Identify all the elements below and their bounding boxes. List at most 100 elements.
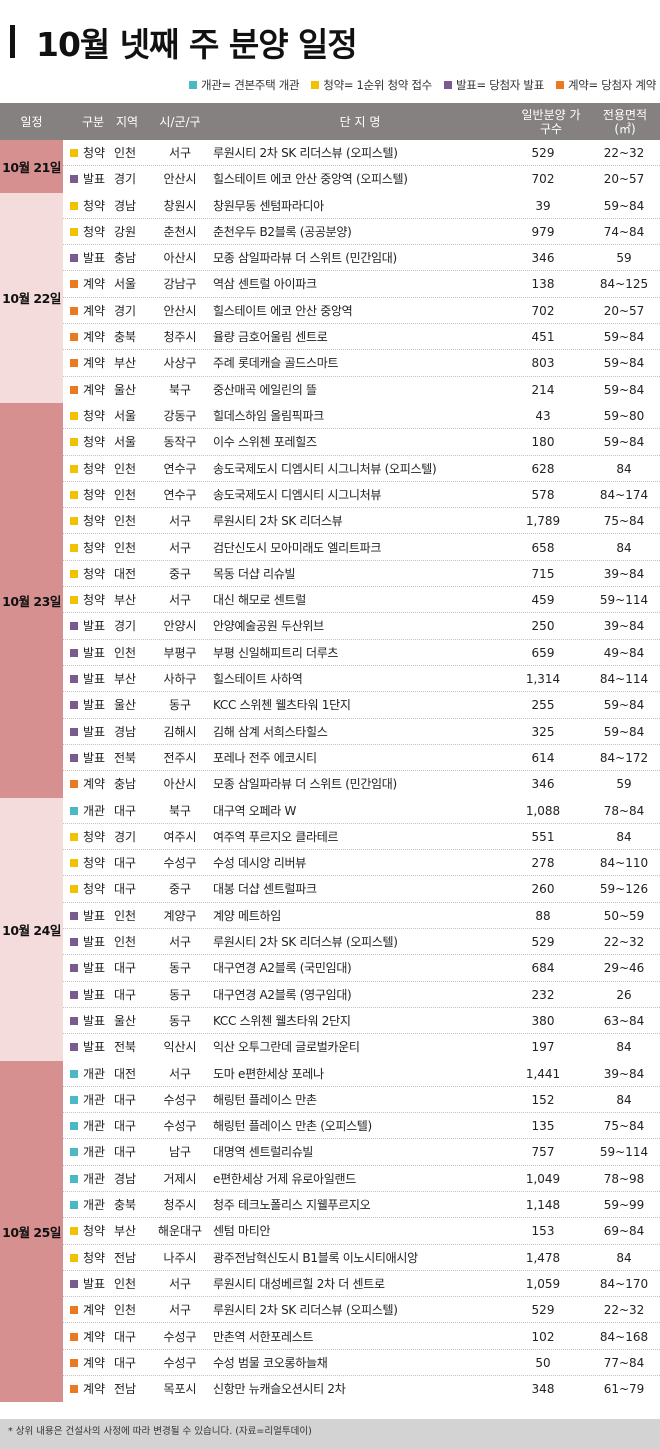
type-marker: [70, 149, 78, 157]
units-cell: 551: [531, 829, 555, 844]
legend-item: 계약= 당첨자 계약: [555, 77, 656, 93]
region-cell: 부산: [114, 1224, 137, 1239]
type-cell: 발표: [83, 251, 106, 266]
complex-name-cell: 중산매곡 에일린의 뜰: [213, 382, 317, 397]
city-cell: 전주시: [163, 750, 197, 765]
complex-name-cell: KCC 스위첸 웰츠타워 2단지: [213, 1013, 351, 1028]
type-marker: [70, 727, 78, 736]
type-cell: 개관: [83, 803, 106, 818]
type-cell: 발표: [83, 987, 106, 1002]
city-cell: 서구: [168, 593, 192, 608]
type-marker: [70, 1227, 78, 1236]
units-cell: 1,789: [525, 514, 561, 529]
table-row: 계약 대구 수성구 만촌역 서한포레스트 102 84~168: [63, 1324, 660, 1350]
table-row: 개관 대구 수성구 해링턴 플레이스 만촌 (오피스텔) 135 75~84: [63, 1113, 660, 1140]
region-cell: 대구: [114, 1092, 137, 1107]
type-cell: 청약: [83, 566, 106, 581]
type-cell: 청약: [83, 409, 106, 423]
complex-name-cell: 모종 삼일파라뷰 더 스위트 (민간임대): [213, 777, 397, 792]
region-cell: 인천: [114, 514, 137, 529]
units-cell: 278: [531, 856, 555, 871]
area-cell: 75~84: [603, 1119, 645, 1134]
city-cell: 안산시: [163, 172, 197, 187]
units-cell: 232: [531, 987, 555, 1002]
city-cell: 계양구: [163, 908, 197, 923]
table-row: 발표 충남 아산시 모종 삼일파라뷰 더 스위트 (민간임대) 346 59: [63, 245, 660, 272]
area-cell: 84~114: [599, 672, 649, 686]
type-cell: 발표: [83, 935, 106, 949]
type-cell: 발표: [83, 1276, 106, 1291]
units-cell: 214: [531, 382, 555, 397]
area-cell: 84: [616, 461, 632, 476]
units-cell: 529: [531, 1303, 555, 1318]
complex-name-cell: 송도국제도시 디엠시티 시그니처뷰: [213, 487, 382, 502]
type-marker: [70, 1043, 78, 1052]
city-cell: 수성구: [163, 1355, 197, 1370]
region-cell: 전남: [114, 1250, 137, 1265]
units-cell: 803: [531, 356, 555, 371]
type-cell: 개관: [83, 1092, 106, 1107]
complex-name-cell: 대명역 센트럴리슈빌: [213, 1145, 314, 1160]
units-cell: 250: [531, 619, 555, 634]
complex-name-cell: 루원시티 대성베르힐 2차 더 센트로: [213, 1276, 385, 1291]
units-cell: 135: [531, 1119, 555, 1134]
region-cell: 경남: [114, 1171, 137, 1186]
table-row: 청약 전남 나주시 광주전남혁신도시 B1블록 이노시티애시앙 1,478 84: [63, 1245, 660, 1271]
city-cell: 동작구: [163, 435, 197, 450]
type-marker: [70, 701, 78, 710]
type-marker: [70, 911, 78, 920]
area-cell: 26: [616, 987, 632, 1002]
type-marker: [70, 438, 78, 447]
type-marker: [70, 175, 78, 184]
date-group: 10월 22일 청약 경남 창원시 창원무동 센텀파라디아 39 59~84 청약 강원 춘천시 춘…: [0, 192, 660, 403]
type-cell: 발표: [83, 645, 106, 660]
region-cell: 인천: [114, 487, 137, 502]
city-cell: 수성구: [163, 1092, 197, 1107]
table-row: 청약 경남 창원시 창원무동 센텀파라디아 39 59~84: [63, 193, 660, 219]
region-cell: 대구: [114, 1329, 137, 1344]
city-cell: 사하구: [163, 672, 197, 686]
region-cell: 경기: [114, 172, 137, 187]
column-header-type: 구분: [81, 114, 105, 129]
units-cell: 702: [531, 172, 555, 187]
units-cell: 255: [531, 698, 555, 713]
region-cell: 인천: [114, 146, 137, 160]
date-group: 10월 23일 청약 서울 강동구 힐데스하임 올림픽파크 43 59~80 청약 서울 동작구 이…: [0, 403, 660, 798]
type-marker: [70, 622, 78, 631]
units-cell: 1,314: [525, 672, 561, 686]
table-row: 발표 전북 전주시 포레나 전주 에코시티 614 84~172: [63, 745, 660, 772]
type-cell: 발표: [83, 1013, 106, 1028]
units-cell: 197: [531, 1040, 555, 1055]
date-cell: 10월 22일: [0, 192, 63, 403]
table-row: 청약 대구 수성구 수성 데시앙 리버뷰 278 84~110: [63, 850, 660, 877]
table-row: 청약 서울 강동구 힐데스하임 올림픽파크 43 59~80: [63, 403, 660, 430]
units-cell: 529: [531, 935, 555, 949]
units-cell: 39: [535, 198, 551, 213]
city-cell: 강남구: [163, 277, 197, 292]
region-cell: 대구: [114, 1355, 137, 1370]
type-cell: 계약: [83, 1355, 106, 1370]
type-marker: [70, 753, 78, 762]
table-row: 발표 경남 김해시 김해 삼계 서희스타힐스 325 59~84: [63, 719, 660, 745]
type-cell: 발표: [83, 908, 106, 923]
table-row: 청약 인천 서구 검단신도시 모아미래도 엘리트파크 658 84: [63, 535, 660, 561]
type-marker: [70, 964, 78, 973]
type-cell: 발표: [83, 698, 106, 713]
region-cell: 대구: [114, 856, 137, 871]
units-cell: 88: [535, 908, 551, 923]
type-marker: [70, 1148, 78, 1157]
region-cell: 인천: [114, 1276, 137, 1291]
city-cell: 서구: [168, 540, 192, 555]
complex-name-cell: 익산 오투그란데 글로벌카운티: [213, 1040, 360, 1055]
table-row: 발표 경기 안산시 힐스테이트 에코 안산 중앙역 (오피스텔) 702 20~57: [63, 166, 660, 192]
units-cell: 1,148: [525, 1198, 561, 1212]
legend-swatch: [189, 81, 197, 89]
table-row: 계약 경기 안산시 힐스테이트 에코 안산 중앙역 702 20~57: [63, 298, 660, 325]
units-cell: 614: [531, 750, 555, 765]
city-cell: 수성구: [163, 856, 197, 871]
city-cell: 연수구: [163, 487, 197, 502]
table-row: 개관 대구 북구 대구역 오페라 W 1,088 78~84: [63, 798, 660, 824]
type-cell: 계약: [83, 330, 106, 345]
complex-name-cell: 힐데스하임 올림픽파크: [213, 409, 324, 423]
region-cell: 경기: [114, 619, 137, 634]
